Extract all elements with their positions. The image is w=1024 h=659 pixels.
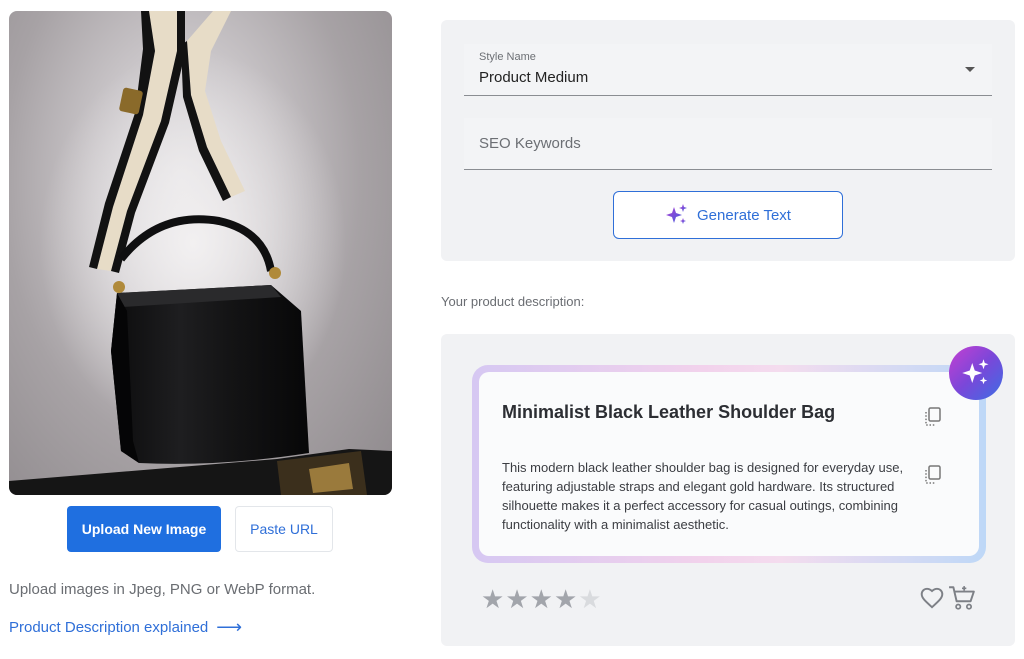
description-frame: Minimalist Black Leather Shoulder Bag Th…	[472, 365, 986, 563]
generate-text-label: Generate Text	[697, 206, 791, 224]
product-image	[9, 11, 392, 495]
description-card: Minimalist Black Leather Shoulder Bag Th…	[479, 372, 979, 556]
upload-new-image-button[interactable]: Upload New Image	[67, 506, 221, 552]
bag-photo	[9, 11, 392, 495]
cart-icon[interactable]	[948, 585, 976, 611]
copy-description-icon[interactable]	[923, 464, 943, 486]
star-filled-icon[interactable]: ★	[505, 586, 528, 612]
product-description: This modern black leather shoulder bag i…	[502, 460, 904, 532]
generator-form-card: Style Name Product Medium Generate Text	[441, 20, 1015, 261]
product-title: Minimalist Black Leather Shoulder Bag	[502, 402, 836, 422]
star-empty-icon[interactable]: ★	[578, 586, 601, 612]
style-name-value: Product Medium	[479, 69, 589, 86]
star-filled-icon[interactable]: ★	[481, 586, 504, 612]
product-description-explained-link[interactable]: Product Description explained ⟶	[9, 617, 243, 637]
your-description-label: Your product description:	[441, 294, 585, 309]
ai-sparkles-badge	[949, 346, 1003, 400]
paste-url-button[interactable]: Paste URL	[235, 506, 333, 552]
upload-format-hint: Upload images in Jpeg, PNG or WebP forma…	[9, 581, 316, 598]
star-filled-icon[interactable]: ★	[530, 586, 553, 612]
sparkles-icon	[666, 204, 688, 224]
star-rating[interactable]: ★ ★ ★ ★ ★	[481, 586, 602, 612]
arrow-right-icon: ⟶	[216, 617, 243, 637]
generate-text-button[interactable]: Generate Text	[613, 191, 843, 239]
copy-title-icon[interactable]	[923, 406, 943, 428]
sparkles-icon	[962, 359, 989, 385]
explained-link-label: Product Description explained	[9, 619, 209, 636]
result-card: Minimalist Black Leather Shoulder Bag Th…	[441, 334, 1015, 646]
seo-keywords-input[interactable]	[464, 118, 992, 170]
style-name-select[interactable]: Style Name Product Medium	[464, 44, 992, 96]
star-filled-icon[interactable]: ★	[554, 586, 577, 612]
caret-down-icon	[965, 67, 975, 72]
heart-icon[interactable]	[919, 585, 945, 611]
style-name-label: Style Name	[479, 51, 536, 63]
